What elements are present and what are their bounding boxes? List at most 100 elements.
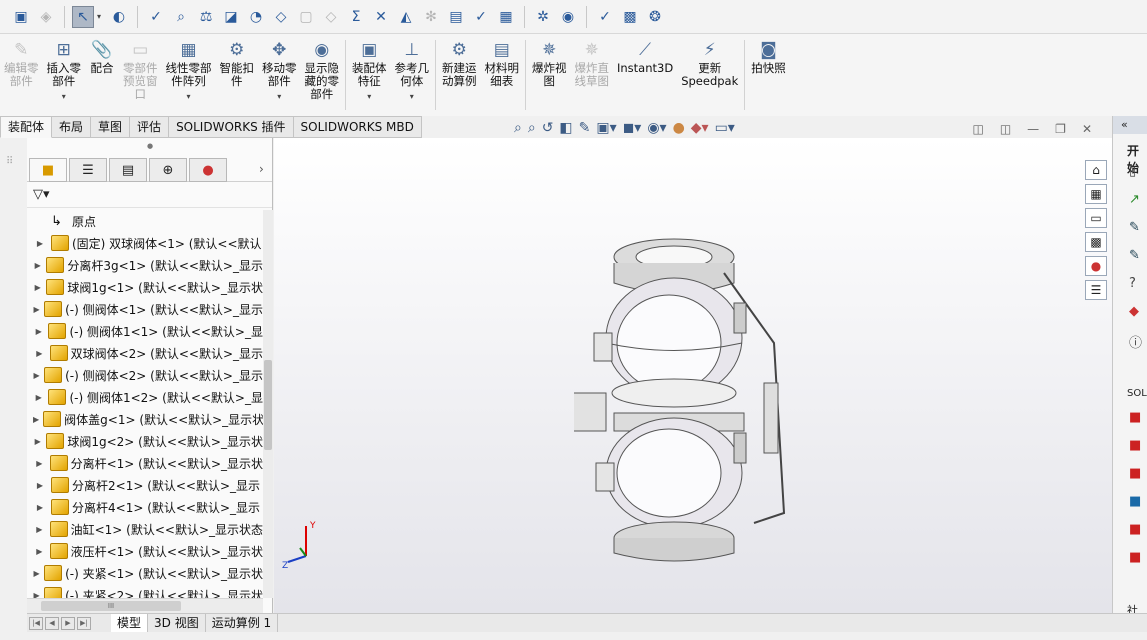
cmd-button-8[interactable]: ▣ 装配体 特征 ▾ xyxy=(348,38,391,103)
sum-icon[interactable]: Σ xyxy=(345,6,367,28)
select-arrow-icon[interactable]: ↖ xyxy=(72,5,94,28)
view-orientation-icon[interactable]: ▣▾ xyxy=(596,120,616,136)
measure-icon[interactable]: ⌕ xyxy=(170,6,192,28)
tree-row[interactable]: ▶ 油缸<1> (默认<<默认>_显示状态 xyxy=(27,518,263,540)
analysis-icon[interactable]: ◔ xyxy=(245,6,267,28)
previous-view-icon[interactable]: ↺ xyxy=(542,120,554,136)
tree-row[interactable]: ▶ (-) 侧阀体1<1> (默认<<默认>_显 xyxy=(27,320,263,342)
thickness-icon[interactable]: ◇ xyxy=(270,6,292,28)
graphics-viewport[interactable]: ⌕ ⌕ ↺ ◧ ✎ ▣▾ ◼▾ ◉▾ ● ◆▾ ▭▾ ◫ ◫ — ❐ ✕ Y Z xyxy=(274,120,1112,613)
section-view-icon[interactable]: ◧ xyxy=(559,120,572,136)
tree-filter[interactable]: ▽▾ xyxy=(27,182,272,208)
sw-link-icon[interactable]: ■ xyxy=(1129,466,1141,481)
property-tab[interactable]: ☰ xyxy=(69,158,107,182)
zoom-fit-icon[interactable]: ⌕ xyxy=(514,120,522,136)
expand-icon[interactable]: ▶ xyxy=(33,503,47,512)
cmd-button-6[interactable]: ✥ 移动零 部件 ▾ xyxy=(258,38,301,103)
tree-row[interactable]: ▶ 分离杆3g<1> (默认<<默认>_显示 xyxy=(27,254,263,276)
restore-icon[interactable]: ❐ xyxy=(1055,122,1066,136)
cmd-button-12[interactable]: ✵ 爆炸视 图 xyxy=(528,38,571,88)
view-palette-icon[interactable]: ▩ xyxy=(1085,232,1107,252)
tree-row[interactable]: ▶ 液压杆<1> (默认<<默认>_显示状 xyxy=(27,540,263,562)
chevron-down-icon[interactable]: ▾ xyxy=(367,90,371,103)
tree-row[interactable]: ▶ 分离杆2<1> (默认<<默认>_显示 xyxy=(27,474,263,496)
next-tab-icon[interactable]: ▶ xyxy=(61,616,75,630)
chevron-right-icon[interactable]: › xyxy=(259,162,264,176)
expand-icon[interactable]: ▶ xyxy=(33,591,40,599)
cmd-button-5[interactable]: ⚙ 智能扣 件 xyxy=(216,38,259,88)
tree-row[interactable]: ▶ (-) 侧阀体<1> (默认<<默认>_显示 xyxy=(27,298,263,320)
chevron-down-icon[interactable]: ▾ xyxy=(277,90,281,103)
tree-row[interactable]: ▶ 分离杆4<1> (默认<<默认>_显示 xyxy=(27,496,263,518)
bottom-tab-1[interactable]: 3D 视图 xyxy=(148,613,206,633)
hide-show-icon[interactable]: ◉▾ xyxy=(647,120,666,136)
zebra-icon[interactable]: ✻ xyxy=(420,6,442,28)
check-icon[interactable]: ▢ xyxy=(295,6,317,28)
rebuild-icon[interactable]: ◈ xyxy=(35,6,57,28)
tree-row[interactable]: ▶ 球阀1g<2> (默认<<默认>_显示状 xyxy=(27,430,263,452)
display-tab[interactable]: ● xyxy=(189,158,227,182)
expand-icon[interactable]: ▶ xyxy=(33,547,46,556)
doc-icon[interactable]: ▯ xyxy=(1129,164,1136,179)
bottom-tab-0[interactable]: 模型 xyxy=(111,613,149,633)
task-pane-collapse[interactable]: « xyxy=(1113,116,1147,134)
bottom-tab-2[interactable]: 运动算例 1 xyxy=(206,613,279,633)
tab-5[interactable]: SOLIDWORKS MBD xyxy=(293,116,422,138)
appearance-icon[interactable]: ◐ xyxy=(108,6,130,28)
tab-2[interactable]: 草图 xyxy=(91,116,131,138)
tree-row[interactable]: ▶ 双球阀体<2> (默认<<默认>_显示 xyxy=(27,342,263,364)
help-icon[interactable]: ? xyxy=(1129,276,1136,291)
folder-icon[interactable]: ▭ xyxy=(1085,208,1107,228)
dimxpert-tab[interactable]: ⊕ xyxy=(149,158,187,182)
zoom-area-icon[interactable]: ⌕ xyxy=(528,120,536,136)
tree-row[interactable]: ▶ (-) 侧阀体1<2> (默认<<默认>_显 xyxy=(27,386,263,408)
expand-icon[interactable]: ▶ xyxy=(33,525,46,534)
new-part-icon[interactable]: ▣ xyxy=(10,6,32,28)
chevron-down-icon[interactable]: ▾ xyxy=(410,90,414,103)
view-settings-icon[interactable]: ▭▾ xyxy=(715,120,735,136)
first-tab-icon[interactable]: |◀ xyxy=(29,616,43,630)
interference-icon[interactable]: ✕ xyxy=(370,6,392,28)
library-icon[interactable]: ▦ xyxy=(1085,184,1107,204)
expand-icon[interactable]: ▶ xyxy=(33,371,40,380)
appearance-icon[interactable]: ● xyxy=(673,120,685,136)
home-icon[interactable]: ⌂ xyxy=(1085,160,1107,180)
sw-link-icon[interactable]: ■ xyxy=(1129,438,1141,453)
toolbox-icon[interactable]: ✲ xyxy=(532,6,554,28)
learn-icon[interactable]: ✎ xyxy=(1129,220,1140,235)
assembly-model[interactable] xyxy=(574,233,814,563)
dynamic-annotation-icon[interactable]: ✎ xyxy=(579,120,591,136)
vscroll-thumb[interactable] xyxy=(264,360,272,450)
panel-grip[interactable]: ● xyxy=(147,142,153,150)
config-tab[interactable]: ▤ xyxy=(109,158,147,182)
tree-row[interactable]: ▶ (固定) 双球阀体<1> (默认<<默认 xyxy=(27,232,263,254)
tree-row[interactable]: ▶ 阀体盖g<1> (默认<<默认>_显示状 xyxy=(27,408,263,430)
custom-props-icon[interactable]: ☰ xyxy=(1085,280,1107,300)
tool-icon[interactable]: ◆ xyxy=(1129,304,1139,319)
split-right-icon[interactable]: ◫ xyxy=(1000,122,1011,136)
expand-icon[interactable]: ▶ xyxy=(33,283,42,292)
tab-1[interactable]: 布局 xyxy=(52,116,92,138)
tutorial-icon[interactable]: ✎ xyxy=(1129,248,1140,263)
tree-row[interactable]: ▶ (-) 夹紧<1> (默认<<默认>_显示状 xyxy=(27,562,263,584)
cmd-button-4[interactable]: ▦ 线性零部 件阵列 ▾ xyxy=(162,38,216,103)
cmd-button-16[interactable]: ◙ 拍快照 xyxy=(747,38,790,75)
expand-icon[interactable]: ▶ xyxy=(33,415,39,424)
expand-icon[interactable]: ▶ xyxy=(33,481,47,490)
expand-icon[interactable]: ▶ xyxy=(33,327,44,336)
powerpoint-icon[interactable]: ▩ xyxy=(619,6,641,28)
tree-vscroll[interactable] xyxy=(263,210,273,598)
cmd-button-1[interactable]: ⊞ 插入零 部件 ▾ xyxy=(43,38,86,103)
prev-tab-icon[interactable]: ◀ xyxy=(45,616,59,630)
tree-row[interactable]: ▶ 分离杆<1> (默认<<默认>_显示状 xyxy=(27,452,263,474)
expand-icon[interactable]: ▶ xyxy=(33,261,42,270)
curvature-icon[interactable]: ◭ xyxy=(395,6,417,28)
sw-link-icon[interactable]: ■ xyxy=(1129,550,1141,565)
expand-icon[interactable]: ▶ xyxy=(33,305,40,314)
split-left-icon[interactable]: ◫ xyxy=(972,122,983,136)
tab-0[interactable]: 装配体 xyxy=(0,116,53,138)
last-tab-icon[interactable]: ▶| xyxy=(77,616,91,630)
appearances-icon[interactable]: ● xyxy=(1085,256,1107,276)
info-icon[interactable]: ⓘ xyxy=(1129,332,1142,351)
expand-icon[interactable]: ▶ xyxy=(33,437,42,446)
